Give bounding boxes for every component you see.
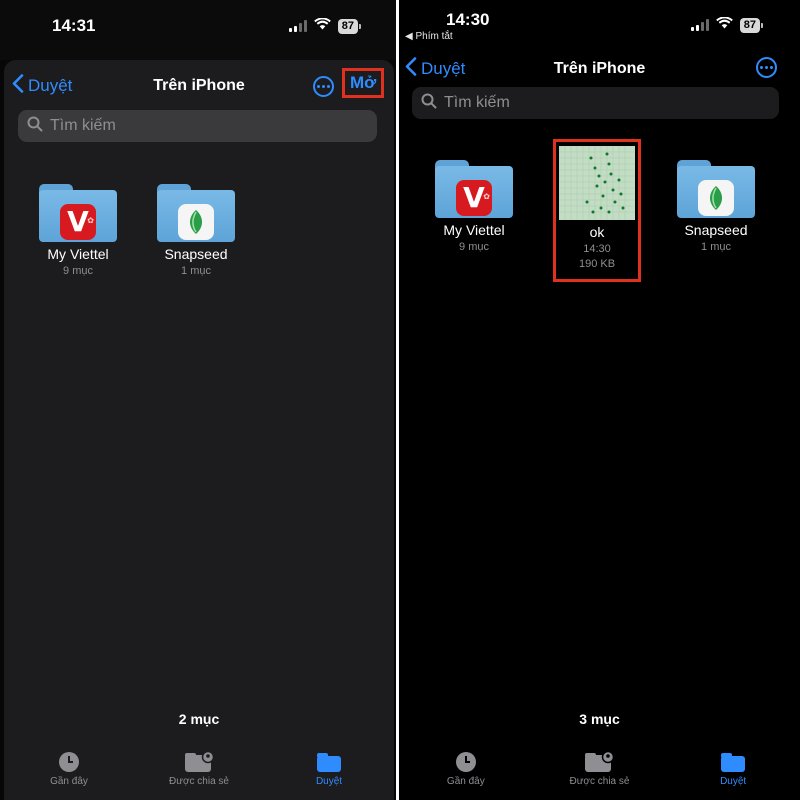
item-count: 3 mục: [579, 711, 620, 727]
battery-indicator: 87: [739, 17, 764, 33]
item-time: 14:30: [583, 243, 611, 255]
search-placeholder: Tìm kiếm: [444, 94, 510, 111]
item-name: Snapseed: [684, 222, 748, 238]
folder-icon: V ✿: [435, 160, 513, 218]
open-button[interactable]: Mở: [342, 68, 385, 98]
back-to-app-link[interactable]: ◀ Phím tắt: [405, 31, 453, 42]
status-bar: 14:31 87: [0, 0, 396, 48]
status-time: 14:31: [52, 16, 96, 35]
folder-icon: V ✿: [39, 184, 117, 242]
right-phone-screen: 14:30 ◀ Phím tắt 87 Duyệt Trên iPhone Tì…: [399, 0, 800, 800]
search-icon: [27, 116, 43, 137]
signal-icon: [690, 19, 709, 31]
item-meta: 9 mục: [459, 241, 489, 253]
status-icons: 87: [690, 16, 764, 34]
signal-icon: [288, 20, 307, 32]
folder-item[interactable]: Snapseed 1 mục: [141, 184, 251, 277]
viettel-app-icon: V ✿: [456, 180, 492, 216]
folder-icon: [677, 160, 755, 218]
search-icon: [421, 93, 437, 114]
files-sheet: Duyệt Trên iPhone Mở Tìm kiếm V ✿ My Viet…: [4, 60, 394, 800]
item-name: My Viettel: [443, 222, 505, 238]
page-title: Trên iPhone: [553, 60, 646, 77]
file-item-highlighted[interactable]: ok 14:30 190 KB: [553, 139, 641, 282]
item-name: Snapseed: [164, 246, 228, 262]
item-meta: 1 mục: [181, 265, 211, 277]
snapseed-app-icon: [698, 180, 734, 216]
page-title: Trên iPhone: [153, 77, 245, 94]
tab-label: Gần đây: [50, 776, 88, 787]
tab-label: Duyệt: [315, 776, 343, 787]
shared-folder-icon: [139, 750, 259, 774]
search-field[interactable]: Tìm kiếm: [18, 110, 377, 142]
comparison-canvas: 14:31 87 Duyệt Trên iPhone Mở Tìm kiếm V…: [0, 0, 800, 800]
wifi-icon: [313, 17, 331, 35]
more-options-button[interactable]: [313, 76, 334, 97]
snapseed-app-icon: [178, 204, 214, 240]
folder-item[interactable]: V ✿ My Viettel 9 mục: [419, 160, 529, 253]
tab-label: Được chia sẻ: [569, 776, 630, 787]
status-time: 14:30: [446, 10, 490, 29]
clock-icon: [406, 750, 526, 774]
tab-label: Được chia sẻ: [169, 776, 229, 787]
item-size: 190 KB: [578, 258, 616, 270]
status-bar: 14:30 ◀ Phím tắt 87: [399, 0, 800, 48]
shared-folder-icon: [539, 750, 659, 774]
item-meta: 9 mục: [63, 265, 93, 277]
tab-browse[interactable]: Duyệt: [269, 744, 389, 800]
tab-label: Duyệt: [720, 776, 747, 787]
item-name: ok: [589, 224, 605, 240]
search-placeholder: Tìm kiếm: [50, 117, 116, 134]
item-count: 2 mục: [178, 711, 220, 727]
folder-icon: [673, 750, 793, 774]
tab-recents[interactable]: Gần đây: [9, 744, 129, 800]
folder-item[interactable]: Snapseed 1 mục: [661, 160, 771, 253]
tab-shared[interactable]: Được chia sẻ: [139, 744, 259, 800]
left-phone-screen: 14:31 87 Duyệt Trên iPhone Mở Tìm kiếm V…: [0, 0, 396, 800]
tab-shared[interactable]: Được chia sẻ: [539, 744, 659, 800]
item-meta: 1 mục: [701, 241, 731, 253]
status-icons: 87: [288, 17, 362, 35]
navigation-bar: Duyệt Trên iPhone Mở: [4, 68, 394, 108]
tab-bar: Gần đây Được chia sẻ Duyệt: [399, 744, 800, 800]
more-options-button[interactable]: [756, 57, 777, 78]
battery-indicator: 87: [337, 18, 362, 34]
item-name: My Viettel: [47, 246, 109, 262]
folder-icon: [269, 750, 389, 774]
image-thumbnail: [559, 146, 635, 220]
navigation-bar: Duyệt Trên iPhone: [399, 57, 800, 91]
tab-bar: Gần đây Được chia sẻ Duyệt: [4, 744, 394, 800]
clock-icon: [9, 750, 129, 774]
tab-recents[interactable]: Gần đây: [406, 744, 526, 800]
tab-label: Gần đây: [446, 776, 485, 787]
folder-icon: [157, 184, 235, 242]
folder-item[interactable]: V ✿ My Viettel 9 mục: [23, 184, 133, 277]
search-field[interactable]: Tìm kiếm: [412, 87, 779, 119]
viettel-app-icon: V ✿: [60, 204, 96, 240]
wifi-icon: [715, 16, 733, 34]
tab-browse[interactable]: Duyệt: [673, 744, 793, 800]
